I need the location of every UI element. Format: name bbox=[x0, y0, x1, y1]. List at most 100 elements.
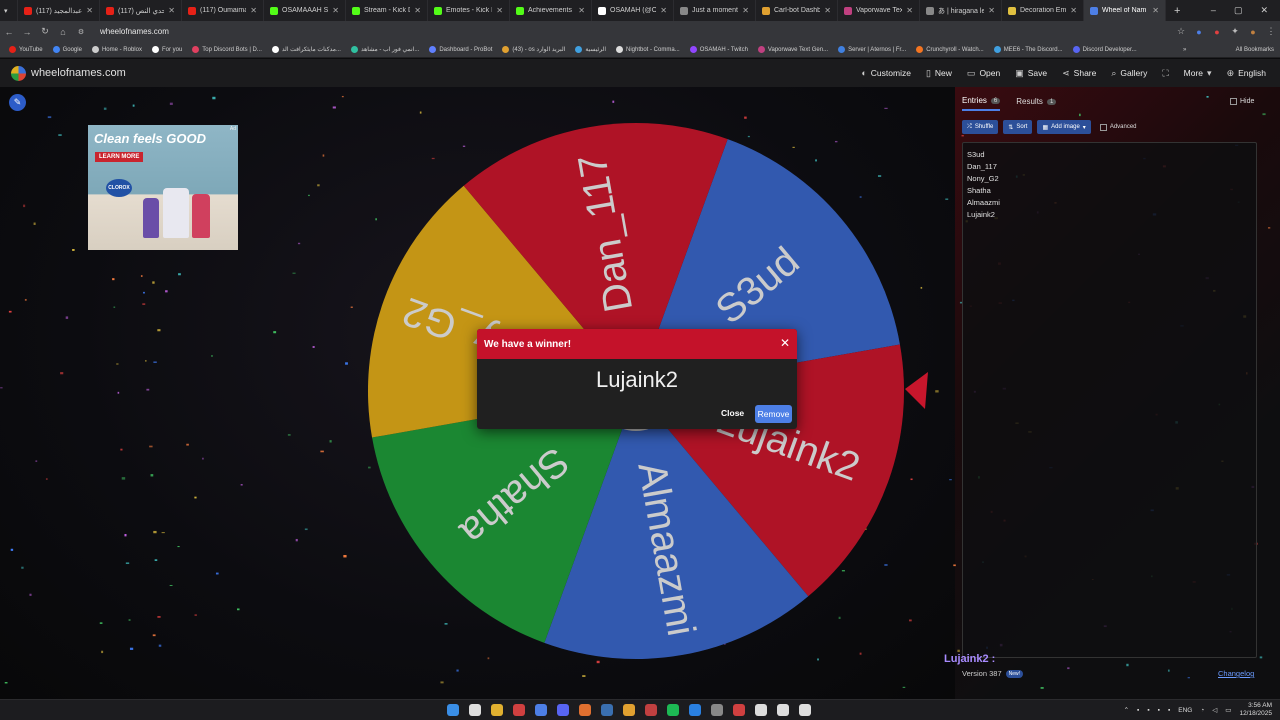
confetti-piece bbox=[99, 622, 103, 624]
tab-entries[interactable]: Entries 6 bbox=[962, 96, 1001, 111]
close-button[interactable]: Close bbox=[721, 408, 744, 418]
taskbar-app-icon[interactable] bbox=[469, 704, 481, 716]
confetti-piece bbox=[210, 355, 213, 357]
hide-toggle[interactable]: Hide bbox=[1230, 98, 1254, 105]
confetti-piece bbox=[165, 290, 168, 293]
sort-label: Sort bbox=[1016, 124, 1028, 130]
confetti-piece bbox=[817, 658, 819, 661]
confetti-piece bbox=[1079, 113, 1081, 117]
tray-app-icon[interactable]: ▪ bbox=[1168, 707, 1170, 714]
confetti-piece bbox=[884, 564, 888, 566]
ad-product-image bbox=[163, 188, 189, 238]
advanced-toggle[interactable]: Advanced bbox=[1099, 123, 1137, 131]
battery-icon[interactable]: ▭ bbox=[1225, 706, 1231, 714]
confetti-piece bbox=[375, 218, 377, 221]
confetti-piece bbox=[35, 460, 38, 462]
advertisement[interactable]: Clean feels GOOD LEARN MORE CLOROX Ad bbox=[88, 125, 238, 250]
confetti-piece bbox=[215, 572, 219, 575]
confetti-piece bbox=[1040, 687, 1044, 689]
taskbar-app-icon[interactable] bbox=[733, 704, 745, 716]
confetti-piece bbox=[10, 548, 14, 551]
taskbar-app-icon[interactable] bbox=[513, 704, 525, 716]
taskbar-app-icon[interactable] bbox=[579, 704, 591, 716]
confetti-piece bbox=[902, 686, 906, 688]
volume-icon[interactable]: ◁ bbox=[1212, 706, 1217, 714]
taskbar-app-icon[interactable] bbox=[777, 704, 789, 716]
tab-results[interactable]: Results 1 bbox=[1016, 96, 1057, 111]
taskbar-app-icon[interactable] bbox=[689, 704, 701, 716]
hide-checkbox[interactable] bbox=[1230, 98, 1237, 105]
confetti-piece bbox=[157, 329, 161, 332]
winner-dialog: We have a winner! ✕ Lujaink2 Close Remov… bbox=[477, 329, 797, 429]
language-indicator[interactable]: ENG bbox=[1178, 707, 1192, 714]
wifi-icon[interactable]: ◔ bbox=[1200, 707, 1204, 714]
confetti-piece bbox=[117, 391, 120, 394]
chat-username: Lujaink2 : bbox=[944, 653, 996, 665]
confetti-piece bbox=[212, 96, 216, 100]
taskbar-app-icon[interactable] bbox=[535, 704, 547, 716]
confetti-piece bbox=[292, 272, 296, 274]
confetti-piece bbox=[841, 570, 845, 572]
taskbar-app-icon[interactable] bbox=[557, 704, 569, 716]
clock-time: 3:56 AM bbox=[1248, 702, 1272, 709]
shuffle-button[interactable]: ⤮ Shuffle bbox=[962, 120, 999, 134]
add-image-button[interactable]: ▦ Add image ▾ bbox=[1037, 120, 1091, 134]
confetti-piece bbox=[116, 363, 119, 365]
taskbar-app-icon[interactable] bbox=[447, 704, 459, 716]
version-info: Version 387 New! bbox=[962, 669, 1024, 678]
entry-line: Almaazmi bbox=[967, 198, 1000, 207]
confetti-piece bbox=[957, 649, 960, 653]
confetti-piece bbox=[101, 650, 104, 654]
winner-name: Lujaink2 bbox=[596, 367, 678, 392]
confetti-piece bbox=[112, 278, 115, 281]
tray-app-icon[interactable]: ▪ bbox=[1158, 707, 1160, 714]
confetti-piece bbox=[350, 306, 353, 308]
tray-overflow-icon[interactable]: ⌃ bbox=[1124, 706, 1129, 714]
confetti-piece bbox=[132, 104, 135, 107]
confetti-piece bbox=[1262, 113, 1266, 116]
confetti-piece bbox=[146, 388, 150, 391]
advanced-checkbox[interactable] bbox=[1099, 123, 1107, 131]
entry-line: Nony_G2 bbox=[967, 174, 999, 183]
taskbar-app-icon[interactable] bbox=[711, 704, 723, 716]
ad-learn-more-button[interactable]: LEARN MORE bbox=[95, 152, 144, 162]
confetti-piece bbox=[65, 316, 69, 319]
confetti-piece bbox=[815, 159, 817, 162]
confetti-piece bbox=[431, 157, 435, 160]
confetti-piece bbox=[121, 477, 126, 480]
confetti-piece bbox=[236, 608, 240, 611]
confetti-piece bbox=[24, 298, 27, 301]
version-label: Version 387 bbox=[962, 669, 1002, 678]
sort-button[interactable]: ⇅ Sort bbox=[1003, 120, 1033, 134]
taskbar-app-icon[interactable] bbox=[623, 704, 635, 716]
entry-line: S3ud bbox=[967, 150, 985, 159]
clock[interactable]: 3:56 AM 12/18/2025 bbox=[1239, 702, 1272, 718]
confetti-piece bbox=[838, 616, 841, 619]
entries-textarea[interactable]: S3ud Dan_117 Nony_G2 Shatha Almaazmi Lujaink2 bbox=[962, 142, 1257, 658]
confetti-piece bbox=[8, 310, 12, 313]
edit-pen-button[interactable]: ✎ bbox=[9, 94, 26, 111]
tray-app-icon[interactable]: ▪ bbox=[1147, 707, 1149, 714]
confetti-piece bbox=[169, 584, 173, 586]
changelog-link[interactable]: Changelog bbox=[1218, 669, 1254, 678]
results-count-badge: 1 bbox=[1046, 98, 1057, 105]
tray-app-icon[interactable]: ▪ bbox=[1137, 707, 1139, 714]
taskbar-app-icon[interactable] bbox=[799, 704, 811, 716]
confetti-piece bbox=[120, 448, 123, 451]
entry-line: Shatha bbox=[967, 186, 991, 195]
close-icon[interactable]: ✕ bbox=[780, 336, 790, 350]
image-icon: ▦ bbox=[1042, 124, 1049, 131]
taskbar-app-icon[interactable] bbox=[755, 704, 767, 716]
confetti-piece bbox=[343, 554, 347, 558]
confetti-piece bbox=[747, 135, 750, 138]
confetti-piece bbox=[150, 474, 154, 477]
taskbar-app-icon[interactable] bbox=[645, 704, 657, 716]
taskbar-app-icon[interactable] bbox=[491, 704, 503, 716]
remove-button[interactable]: Remove bbox=[755, 405, 792, 423]
taskbar-app-icon[interactable] bbox=[601, 704, 613, 716]
taskbar-app-icon[interactable] bbox=[667, 704, 679, 716]
confetti-piece bbox=[440, 681, 444, 684]
confetti-piece bbox=[33, 222, 36, 225]
tab-results-label: Results bbox=[1016, 97, 1043, 106]
confetti-piece bbox=[612, 100, 615, 103]
